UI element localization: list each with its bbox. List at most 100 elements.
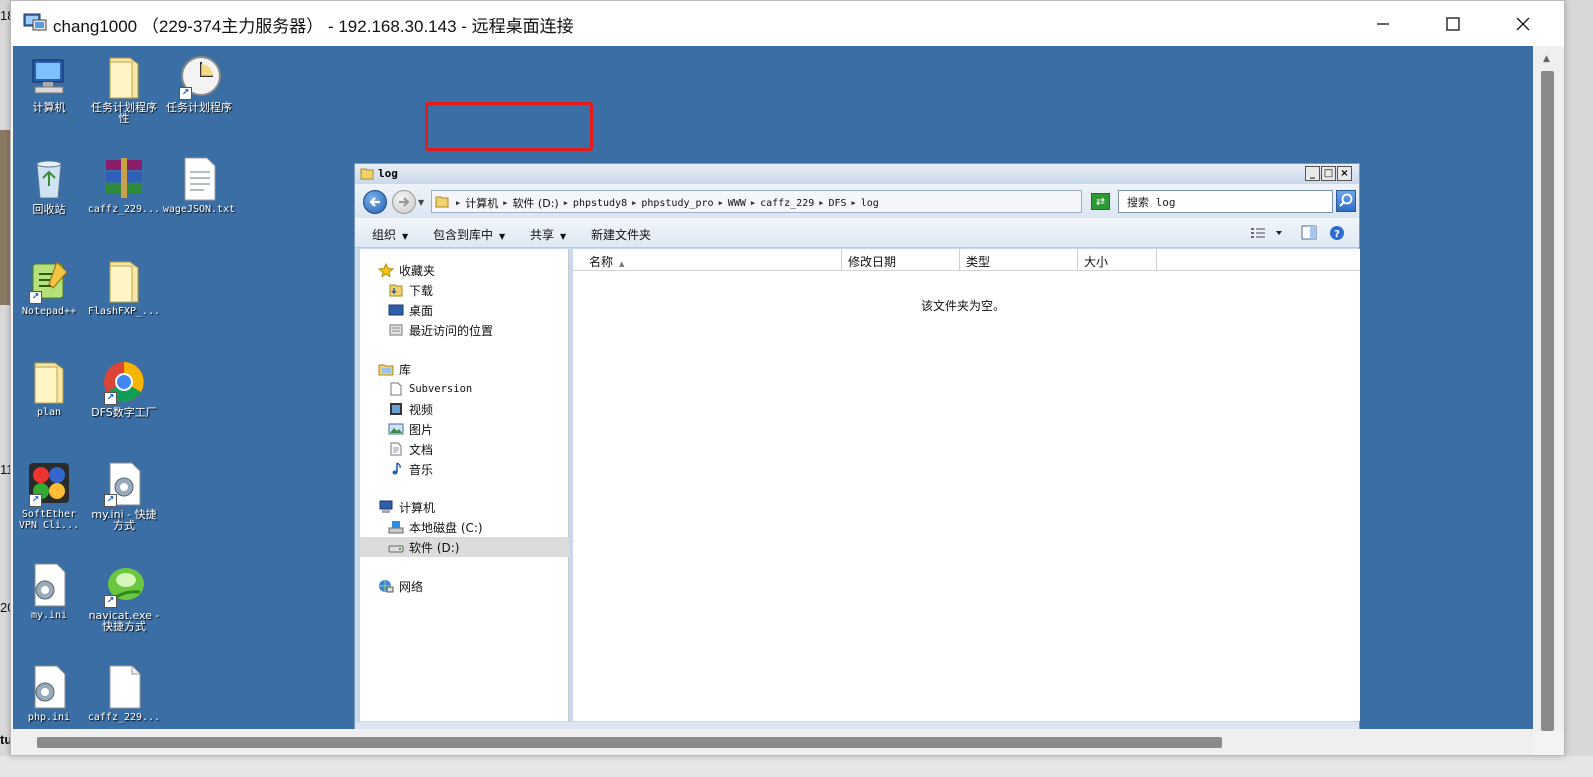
view-list-icon: [1251, 228, 1282, 238]
refresh-button[interactable]: ⇄: [1091, 193, 1110, 210]
explorer-maximize-button[interactable]: □: [1321, 166, 1336, 181]
maximize-button[interactable]: [1419, 1, 1487, 46]
nav-documents[interactable]: 文档: [388, 439, 433, 459]
desktop-icon-label: 任务计划程序: [166, 101, 232, 114]
breadcrumb-item[interactable]: phpstudy_pro: [638, 198, 716, 209]
desktop-icon-label: DFS数字工厂: [91, 406, 157, 419]
organize-label: 组织: [372, 228, 397, 242]
explorer-minimize-button[interactable]: _: [1305, 166, 1320, 181]
horizontal-scroll-thumb[interactable]: [37, 737, 1222, 748]
explorer-titlebar[interactable]: log _ □ ×: [355, 164, 1359, 184]
nav-label: 最近访问的位置: [409, 323, 494, 338]
search-button[interactable]: [1336, 190, 1356, 212]
address-bar[interactable]: ▶ 计算机 ▶ 软件 (D:) ▶ phpstudy8 ▶ phpstudy_p…: [431, 190, 1155, 213]
nav-music[interactable]: 音乐: [388, 459, 433, 479]
close-button[interactable]: [1489, 1, 1557, 46]
column-label: 修改日期: [848, 255, 897, 269]
desktop-icon-label: wageJSON.txt: [162, 204, 236, 215]
back-button[interactable]: [363, 190, 387, 214]
organize-button[interactable]: 组织 ▼: [372, 226, 408, 243]
desktop-icon-task-scheduler[interactable]: ↗ 任务计划程序: [161, 54, 237, 113]
remote-desktop-icon: [23, 13, 47, 31]
shortcut-arrow-icon: ↗: [29, 291, 42, 304]
breadcrumb-item[interactable]: log: [858, 198, 882, 209]
breadcrumb-item[interactable]: phpstudy8: [570, 198, 630, 209]
view-options-button[interactable]: [1250, 225, 1284, 244]
column-header-name[interactable]: 名称 ▲: [573, 249, 842, 271]
desktop-icon-dfs-chrome[interactable]: ↗ DFS数字工厂: [86, 359, 162, 418]
system-drive-icon: [388, 520, 404, 534]
nav-pictures[interactable]: 图片: [388, 419, 433, 439]
vertical-scrollbar[interactable]: ▲: [1534, 46, 1564, 731]
forward-button[interactable]: [392, 190, 416, 214]
desktop-icon-notepadpp[interactable]: ↗ Notepad++: [13, 258, 87, 317]
column-header-type[interactable]: 类型: [960, 249, 1078, 271]
breadcrumb-item[interactable]: DFS: [825, 198, 849, 209]
nav-network[interactable]: 网络: [378, 576, 423, 596]
desktop-icon-recycle-bin[interactable]: 回收站: [13, 156, 87, 215]
column-header-modified[interactable]: 修改日期: [842, 249, 960, 271]
file-list-pane[interactable]: 名称 ▲ 修改日期 类型 大小 该文件夹为空。: [573, 249, 1360, 721]
nav-label: 文档: [409, 442, 434, 457]
desktop-icon-caffz-file[interactable]: caffz_229...: [86, 664, 162, 723]
nav-downloads[interactable]: 下载: [388, 280, 433, 300]
nav-libraries[interactable]: 库: [378, 359, 411, 379]
breadcrumb-item[interactable]: 计算机: [462, 195, 501, 211]
search-input[interactable]: 搜索 log: [1118, 190, 1333, 213]
desktop-icon-softether[interactable]: ↗ SoftEther VPN Cli...: [13, 461, 87, 531]
explorer-window: log _ □ × ▼ ▶ 计算机 ▶ 软件 (D:) ▶ phpstudy8 …: [354, 163, 1360, 729]
folder-icon: [102, 258, 146, 304]
scroll-up-icon[interactable]: ▲: [1543, 54, 1550, 64]
chevron-right-icon[interactable]: ▶: [717, 199, 725, 207]
folder-icon: [435, 196, 449, 208]
document-icon: [388, 442, 404, 456]
breadcrumb-item[interactable]: 软件 (D:): [509, 195, 561, 211]
desktop-icon-winrar[interactable]: caffz_229...: [86, 156, 162, 215]
chevron-right-icon[interactable]: ▶: [630, 199, 638, 207]
recent-pages-dropdown[interactable]: ▼: [418, 198, 424, 207]
chevron-right-icon[interactable]: ▶: [850, 199, 858, 207]
new-folder-button[interactable]: 新建文件夹: [591, 226, 651, 243]
preview-pane-button[interactable]: [1301, 225, 1317, 244]
share-button[interactable]: 共享 ▼: [530, 226, 566, 243]
chevron-right-icon[interactable]: ▶: [749, 199, 757, 207]
nav-subversion[interactable]: Subversion: [388, 379, 472, 399]
desktop-icon-navicat[interactable]: ↗ navicat.exe - 快捷方式: [86, 562, 162, 632]
chevron-right-icon[interactable]: ▶: [817, 199, 825, 207]
nav-local-disk-c[interactable]: 本地磁盘 (C:): [388, 517, 483, 537]
desktop-icon-flashfxp[interactable]: FlashFXP_...: [86, 258, 162, 317]
desktop-icon-task-scheduler-folder[interactable]: 任务计划程序性: [86, 54, 162, 124]
breadcrumb-item[interactable]: WWW: [725, 198, 749, 209]
chevron-right-icon[interactable]: ▶: [562, 199, 570, 207]
shortcut-arrow-icon: ↗: [29, 494, 42, 507]
breadcrumb-item[interactable]: caffz_229: [757, 198, 817, 209]
chevron-right-icon[interactable]: ▶: [454, 199, 462, 207]
nav-computer[interactable]: 计算机: [378, 497, 435, 517]
desktop-icon-wagejson[interactable]: wageJSON.txt: [161, 156, 237, 215]
chevron-right-icon[interactable]: ▶: [501, 199, 509, 207]
column-header-size[interactable]: 大小: [1078, 249, 1157, 271]
include-in-library-button[interactable]: 包含到库中 ▼: [433, 226, 505, 243]
nav-favorites[interactable]: 收藏夹: [377, 260, 435, 280]
nav-videos[interactable]: 视频: [388, 399, 433, 419]
desktop-icon-my-ini[interactable]: my.ini: [13, 562, 87, 621]
help-button[interactable]: ?: [1329, 225, 1345, 245]
address-row: ▼ ▶ 计算机 ▶ 软件 (D:) ▶ phpstudy8 ▶ phpstudy…: [355, 184, 1359, 218]
host-taskbar-edge: [0, 756, 1593, 777]
explorer-close-button[interactable]: ×: [1337, 166, 1352, 181]
svg-text:?: ?: [1334, 229, 1340, 240]
vertical-scroll-thumb[interactable]: [1541, 71, 1554, 731]
horizontal-scrollbar[interactable]: [13, 730, 1533, 755]
remote-desktop[interactable]: 计算机 回收站 ↗ Notepad++ plan ↗ SoftEther VPN…: [13, 46, 1533, 729]
music-icon: [388, 462, 404, 476]
nav-recent-places[interactable]: 最近访问的位置: [388, 320, 493, 340]
minimize-button[interactable]: [1349, 1, 1417, 46]
desktop-icon-my-ini-shortcut[interactable]: ↗ my.ini - 快捷方式: [86, 461, 162, 531]
desktop-icon-php-ini[interactable]: php.ini: [13, 664, 87, 723]
desktop-icon-computer[interactable]: 计算机: [13, 54, 87, 113]
rdp-titlebar[interactable]: chang1000 （229-374主力服务器） - 192.168.30.14…: [11, 1, 1564, 46]
desktop-icon-plan[interactable]: plan: [13, 359, 87, 418]
column-label: 类型: [966, 255, 991, 269]
nav-desktop[interactable]: 桌面: [388, 300, 433, 320]
nav-software-d[interactable]: 软件 (D:): [360, 537, 569, 557]
